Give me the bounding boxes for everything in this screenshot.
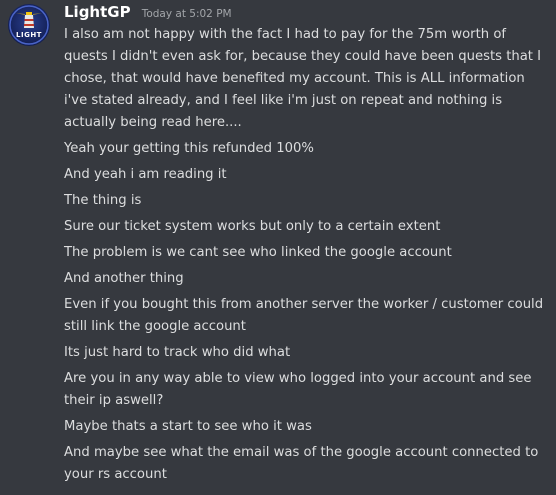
message-text: I also am not happy with the fact I had … (64, 27, 542, 130)
message-header: LightGP Today at 5:02 PM (64, 2, 232, 24)
message-text: Even if you bought this from another ser… (64, 297, 544, 334)
message-text: Maybe thats a start to see who it was (64, 419, 312, 434)
message-text: Its just hard to track who did what (64, 345, 291, 360)
message-group: LIGHT LightGP Today at 5:02 PM I also am… (0, 0, 556, 495)
message-text: The problem is we cant see who linked th… (64, 245, 452, 260)
avatar-label: LIGHT (16, 31, 42, 39)
message-list: I also am not happy with the fact I had … (64, 24, 550, 490)
message-text: Yeah your getting this refunded 100% (64, 141, 314, 156)
user-avatar[interactable]: LIGHT (8, 4, 50, 46)
message-text: Are you in any way able to view who logg… (64, 371, 532, 408)
message-text: Sure our ticket system works but only to… (64, 219, 441, 234)
message-text: And maybe see what the email was of the … (64, 445, 539, 482)
timestamp[interactable]: Today at 5:02 PM (142, 8, 232, 20)
message-text: The thing is (64, 193, 142, 208)
message-text: And another thing (64, 271, 184, 286)
username[interactable]: LightGP (64, 3, 131, 21)
lighthouse-logo-icon (9, 5, 49, 45)
message-text: And yeah i am reading it (64, 167, 227, 182)
